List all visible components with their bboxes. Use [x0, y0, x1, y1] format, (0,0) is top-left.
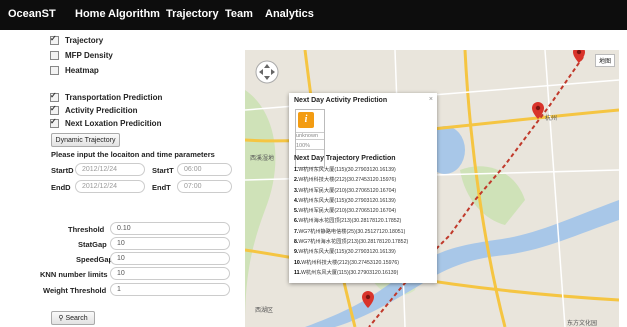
prediction-popup: Next Day Activity Prediction × i unknown…: [289, 93, 437, 283]
list-item: 2.W杭州科技大楼(212)(30.27453120.15976): [294, 177, 397, 184]
checkbox-label: Trajectory: [65, 36, 104, 45]
info-icon: i: [298, 112, 314, 128]
trajectory-subtitle: Next Day Trajectory Prediction: [294, 155, 396, 162]
checkbox-label: MFP Density: [65, 51, 113, 60]
checkbox-label: Transportation Prediction: [65, 93, 163, 102]
map-type-button[interactable]: 地图: [594, 54, 615, 67]
activity-unknown: unknown: [296, 132, 324, 140]
checkbox-next-location-prediction[interactable]: Next Loxation Predicition: [50, 117, 162, 128]
checkbox-label: Activity Predicition: [65, 106, 138, 115]
knn-input[interactable]: 10: [110, 267, 230, 280]
top-nav: OceanST Home Algorithm Trajectory Team A…: [0, 0, 627, 30]
close-icon[interactable]: ×: [429, 96, 433, 103]
startd-input[interactable]: 2012/12/24: [75, 163, 145, 176]
map-pan-control: [255, 60, 279, 84]
threshold-label: Threshold: [68, 225, 105, 234]
checkbox-box[interactable]: [50, 34, 59, 45]
trajectory-list: 1.W杭州东风大厦(115)(30.27903120.16139) 2.W杭州科…: [294, 166, 408, 279]
list-item: 5.W杭州军民大厦(210)(30.27065120.16704): [294, 208, 397, 215]
checkbox-box[interactable]: [50, 104, 59, 115]
brand-logo[interactable]: OceanST: [8, 8, 56, 20]
checkbox-box[interactable]: [50, 66, 59, 75]
instruction-text: Please input the locaiton and time param…: [51, 150, 215, 159]
checkbox-mfp-density[interactable]: MFP Density: [50, 51, 113, 60]
svg-text:西湖区: 西湖区: [255, 306, 273, 314]
checkbox-heatmap[interactable]: Heatmap: [50, 66, 99, 75]
statgap-label: StatGap: [78, 240, 107, 249]
nav-trajectory[interactable]: Trajectory: [166, 8, 219, 20]
endt-input[interactable]: 07:00: [177, 180, 232, 193]
nav-team[interactable]: Team: [225, 8, 253, 20]
list-item: 6.W杭州海水花园顶(213)(30.28178120.17852): [294, 218, 402, 225]
list-item: 8.WG?杭州海水花园顶(213)(30.28178120.17852): [294, 239, 409, 246]
checkbox-activity-prediction[interactable]: Activity Predicition: [50, 104, 138, 115]
nav-home[interactable]: Home: [75, 8, 106, 20]
startt-input[interactable]: 06:00: [177, 163, 232, 176]
weight-threshold-input[interactable]: 1: [110, 283, 230, 296]
startt-label: StartT: [152, 166, 174, 175]
list-item: 9.W杭州东风大厦(115)(30.27903120.16139): [294, 249, 396, 256]
popup-title: Next Day Activity Prediction: [294, 97, 388, 104]
search-button[interactable]: ⚲ Search: [51, 311, 95, 325]
endd-label: EndD: [51, 183, 71, 192]
startd-label: StartD: [51, 166, 74, 175]
list-item: 7.WG?杭州静路电信楼(25)(30.25127120.18051): [294, 228, 406, 235]
checkbox-box[interactable]: [50, 91, 59, 102]
svg-text:西溪湿地: 西溪湿地: [250, 154, 274, 162]
checkbox-label: Next Loxation Predicition: [65, 119, 162, 128]
endt-label: EndT: [152, 183, 171, 192]
list-item: 10.W杭州科技大楼(212)(30.27453120.15976): [294, 259, 399, 266]
list-item: 11.W杭州东风大厦(115)(30.27903120.16139): [294, 269, 399, 276]
checkbox-box[interactable]: [50, 117, 59, 128]
svg-text:东方文化园: 东方文化园: [567, 319, 597, 327]
activity-percent: 100%: [296, 143, 324, 150]
statgap-input[interactable]: 10: [110, 237, 230, 250]
speedgap-input[interactable]: 10: [110, 252, 230, 265]
list-item: 4.W杭州东风大厦(115)(30.27903120.16139): [294, 197, 396, 204]
dynamic-trajectory-button[interactable]: Dynamic Trajectory: [51, 133, 120, 147]
nav-algorithm[interactable]: Algorithm: [108, 8, 160, 20]
endd-input[interactable]: 2012/12/24: [75, 180, 145, 193]
threshold-input[interactable]: 0.10: [110, 222, 230, 235]
search-button-label: Search: [65, 314, 88, 322]
speedgap-label: SpeedGap: [76, 255, 114, 264]
checkbox-transportation-prediction[interactable]: Transportation Prediction: [50, 91, 163, 102]
checkbox-label: Heatmap: [65, 66, 99, 75]
checkbox-box[interactable]: [50, 51, 59, 60]
svg-text:杭州: 杭州: [545, 114, 557, 122]
nav-analytics[interactable]: Analytics: [265, 8, 314, 20]
checkbox-trajectory[interactable]: Trajectory: [50, 34, 104, 45]
list-item: 3.W杭州军民大厦(210)(30.27065120.16704): [294, 187, 397, 194]
list-item: 1.W杭州东风大厦(115)(30.27903120.16139): [294, 167, 396, 173]
knn-label: KNN number limits: [40, 270, 108, 279]
weight-threshold-label: Weight Threshold: [43, 286, 107, 295]
search-icon: ⚲: [58, 315, 64, 322]
